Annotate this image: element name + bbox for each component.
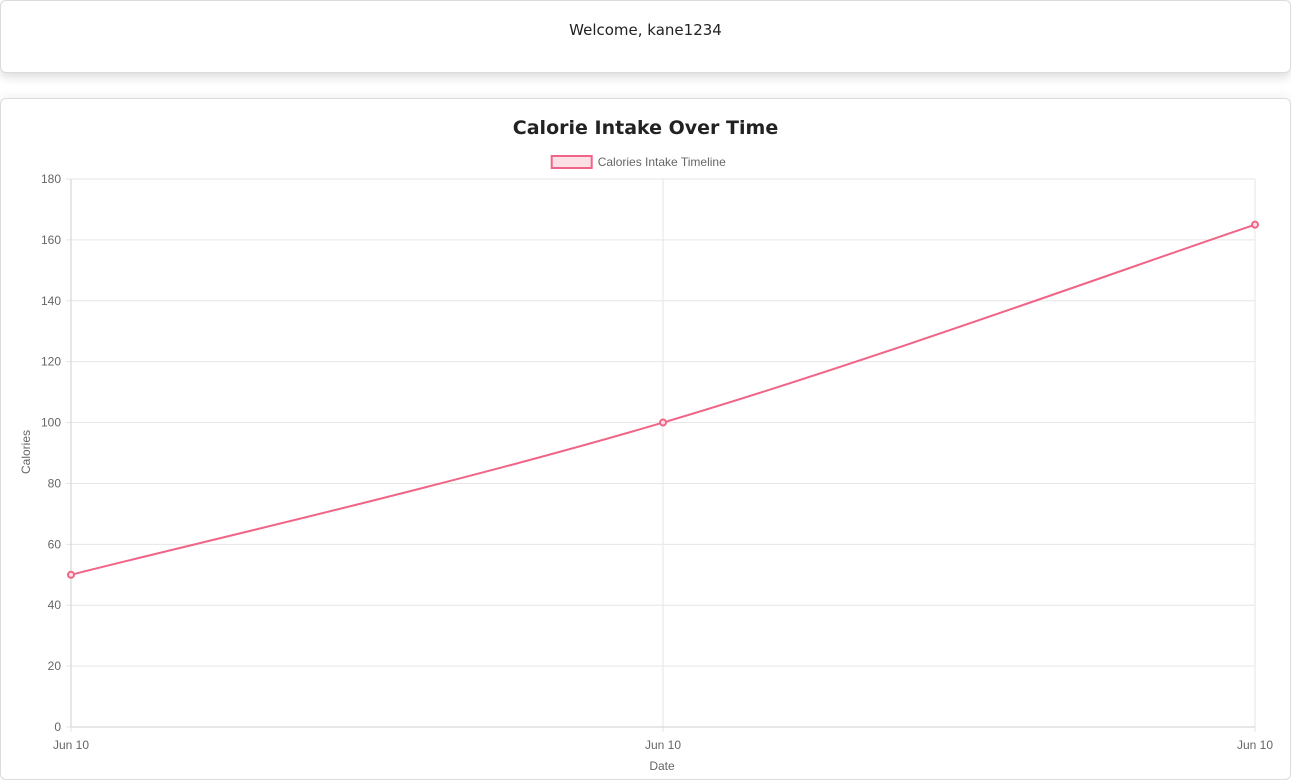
tick-labels: 0 20 40 60 80 100 120 140 160 180 Jun 10 Jun 10 Jun … — [41, 172, 1273, 752]
y-tick-label: 60 — [48, 537, 62, 551]
y-tick-label: 140 — [41, 294, 61, 308]
y-tick-label: 40 — [48, 598, 62, 612]
grid-lines — [66, 178, 1256, 732]
y-tick-label: 20 — [48, 659, 62, 673]
y-tick-label: 180 — [41, 172, 61, 186]
data-point — [67, 570, 75, 579]
y-tick-label: 160 — [41, 233, 61, 247]
x-tick-label: Jun 10 — [53, 738, 89, 752]
legend-swatch — [550, 155, 593, 169]
legend: Calories Intake Timeline — [550, 155, 726, 169]
legend-label: Calories Intake Timeline — [598, 155, 726, 169]
y-tick-label: 0 — [54, 720, 61, 734]
y-axis-label: Calories — [19, 430, 33, 474]
y-tick-label: 80 — [48, 476, 62, 490]
data-point — [1251, 220, 1259, 229]
calorie-line-chart: 0 20 40 60 80 100 120 140 160 180 Jun 10 Jun 10 Jun … — [19, 155, 1273, 772]
x-axis-label: Date — [649, 759, 675, 772]
y-tick-label: 100 — [41, 416, 61, 430]
y-tick-label: 120 — [41, 355, 61, 369]
x-tick-label: Jun 10 — [645, 738, 681, 752]
data-point — [659, 418, 667, 427]
x-tick-label: Jun 10 — [1237, 738, 1273, 752]
